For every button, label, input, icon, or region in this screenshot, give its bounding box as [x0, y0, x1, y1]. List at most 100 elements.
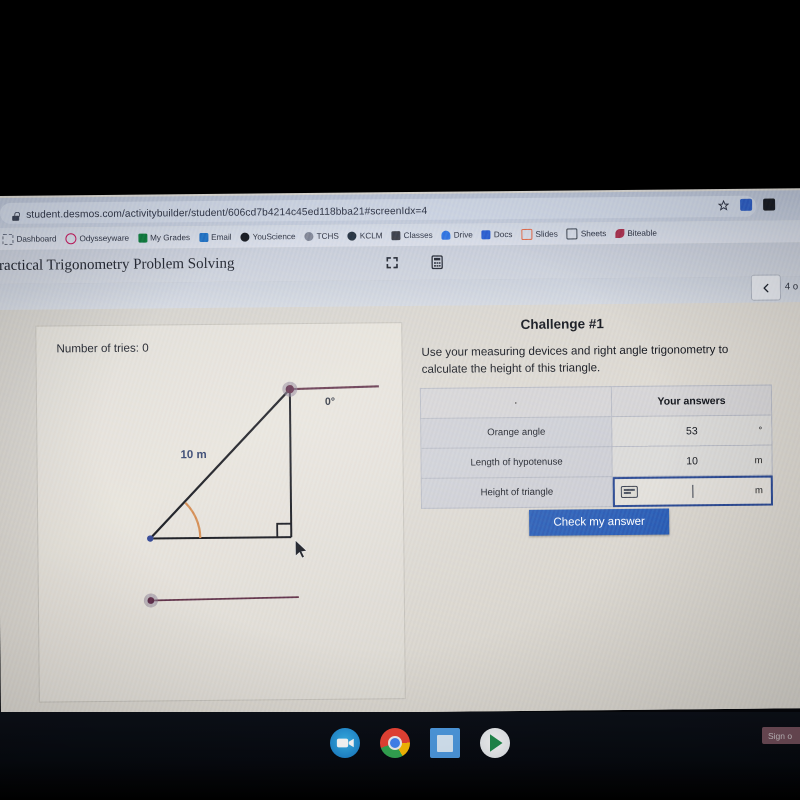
extension-dark-icon[interactable]	[763, 198, 776, 211]
omnibox[interactable]: student.desmos.com/activitybuilder/stude…	[0, 195, 757, 224]
row-label-orange-angle: Orange angle	[420, 416, 612, 449]
bookmark-item[interactable]: Docs	[481, 229, 513, 239]
bookmark-star-icon[interactable]	[718, 199, 730, 211]
monitor-bezel-top	[0, 0, 800, 198]
answer-unit: m	[754, 484, 763, 496]
bookmark-item[interactable]: TCHS	[304, 231, 339, 241]
bookmark-item[interactable]: KCLM	[347, 230, 383, 241]
bookmark-item[interactable]: Slides	[521, 228, 558, 240]
camera-glyph	[336, 738, 354, 748]
chevron-left-icon	[762, 283, 768, 292]
docs-icon	[481, 229, 491, 239]
bookmark-item[interactable]: Dashboard	[2, 233, 57, 245]
graph-panel[interactable]: Number of tries: 0 10 m 0°	[35, 322, 406, 703]
odysseyware-icon	[65, 232, 77, 244]
answer-unit: m	[754, 454, 763, 466]
lock-icon	[12, 211, 20, 221]
tchs-icon	[304, 231, 314, 241]
keyboard-toggle-icon[interactable]	[620, 485, 638, 498]
calculator-icon[interactable]	[430, 255, 445, 270]
header-tools	[385, 255, 445, 271]
table-header-answers: Your answers	[611, 385, 772, 417]
bookmark-label: Odysseyware	[79, 233, 130, 243]
bookmark-item[interactable]: Odysseyware	[65, 232, 129, 244]
youscience-icon	[240, 232, 250, 242]
bookmark-label: Sheets	[580, 228, 607, 238]
protractor-pivot-point	[285, 384, 295, 394]
check-my-answer-button[interactable]: Check my answer	[529, 508, 670, 536]
table-header-row: · Your answers	[420, 385, 772, 419]
hypotenuse-length-label: 10 m	[180, 448, 207, 462]
bookmark-label: TCHS	[316, 231, 339, 241]
chrome-center	[388, 736, 402, 750]
fullscreen-expand-icon[interactable]	[385, 255, 400, 270]
activity-body: Number of tries: 0 10 m 0° Challenge #1 …	[0, 302, 800, 716]
challenge-prompt: Use your measuring devices and right ang…	[421, 342, 729, 377]
triangle-diagram	[143, 381, 379, 608]
docs-page	[437, 735, 453, 752]
play-triangle-glyph	[490, 734, 503, 752]
bookmark-label: Drive	[453, 229, 473, 240]
extension-blue-icon[interactable]	[740, 198, 753, 211]
table-row: Length of hypotenuse 10 m	[420, 445, 773, 479]
row-label-height: Height of triangle	[421, 476, 613, 509]
bookmark-label: KCLM	[359, 230, 383, 241]
video-camera-icon[interactable]	[330, 728, 360, 758]
table-header-blank: ·	[420, 386, 612, 419]
answer-cell-orange-angle[interactable]: 53 °	[611, 415, 772, 447]
table-row: Height of triangle m	[421, 475, 773, 509]
bookmark-label: YouScience	[252, 231, 296, 242]
classes-icon	[391, 230, 401, 240]
triangle-vertex-point	[147, 535, 154, 542]
shelf-app-icons	[330, 728, 510, 758]
sheets-icon	[566, 227, 578, 240]
bookmark-item[interactable]: YouScience	[240, 231, 296, 242]
ruler-tool-line	[150, 596, 299, 602]
dashboard-icon	[2, 233, 14, 245]
play-store-icon[interactable]	[480, 728, 510, 758]
email-icon	[199, 232, 209, 242]
row-label-hypotenuse: Length of hypotenuse	[420, 446, 613, 479]
mouse-cursor	[294, 539, 308, 559]
challenge-heading: Challenge #1	[520, 316, 604, 332]
triangle-hypotenuse-line	[149, 388, 291, 540]
triangle-height-line	[288, 389, 293, 538]
answer-input-height[interactable]: m	[612, 475, 773, 507]
bookmark-item[interactable]: Drive	[441, 229, 473, 240]
bookmark-item[interactable]: Biteable	[615, 228, 657, 238]
answer-unit: °	[758, 424, 763, 436]
protractor-angle-label: 0°	[324, 395, 336, 408]
page-title: Practical Trigonometry Problem Solving	[0, 255, 235, 275]
drive-icon	[441, 230, 451, 240]
bookmark-label: My Grades	[150, 232, 191, 243]
bookmark-item[interactable]: Classes	[391, 230, 433, 240]
chrome-icon[interactable]	[380, 728, 410, 758]
bookmark-label: Dashboard	[16, 233, 57, 244]
ruler-endpoint-point	[147, 597, 155, 604]
triangle-base-line	[150, 536, 292, 540]
bookmark-item[interactable]: My Grades	[138, 232, 191, 243]
bookmark-label: Docs	[493, 229, 513, 239]
bookmark-item[interactable]: Email	[199, 232, 232, 242]
screen-content: student.desmos.com/activitybuilder/stude…	[0, 188, 800, 716]
challenge-panel: Challenge #1 Use your measuring devices …	[415, 302, 800, 716]
omnibox-actions	[718, 198, 776, 212]
kclm-icon	[347, 231, 357, 241]
chromeos-shelf: Sign o	[0, 716, 800, 800]
text-caret	[691, 484, 693, 498]
bookmark-item[interactable]: Sheets	[566, 227, 607, 240]
answers-table: · Your answers Orange angle 53 ° Length …	[419, 384, 774, 509]
sign-out-button[interactable]: Sign o	[762, 727, 800, 744]
answer-cell-hypotenuse[interactable]: 10 m	[611, 445, 773, 477]
google-docs-icon[interactable]	[430, 728, 460, 758]
my-grades-icon	[138, 233, 148, 243]
protractor-ray	[289, 385, 379, 391]
bookmark-label: Classes	[403, 230, 433, 240]
bookmark-label: Biteable	[627, 228, 657, 238]
answer-value: 10	[686, 454, 698, 467]
previous-screen-button[interactable]	[750, 274, 782, 301]
orange-angle-arc	[184, 502, 202, 539]
bookmark-label: Email	[211, 232, 232, 242]
screen-counter: 4 o	[784, 281, 799, 293]
right-angle-marker	[276, 522, 291, 538]
